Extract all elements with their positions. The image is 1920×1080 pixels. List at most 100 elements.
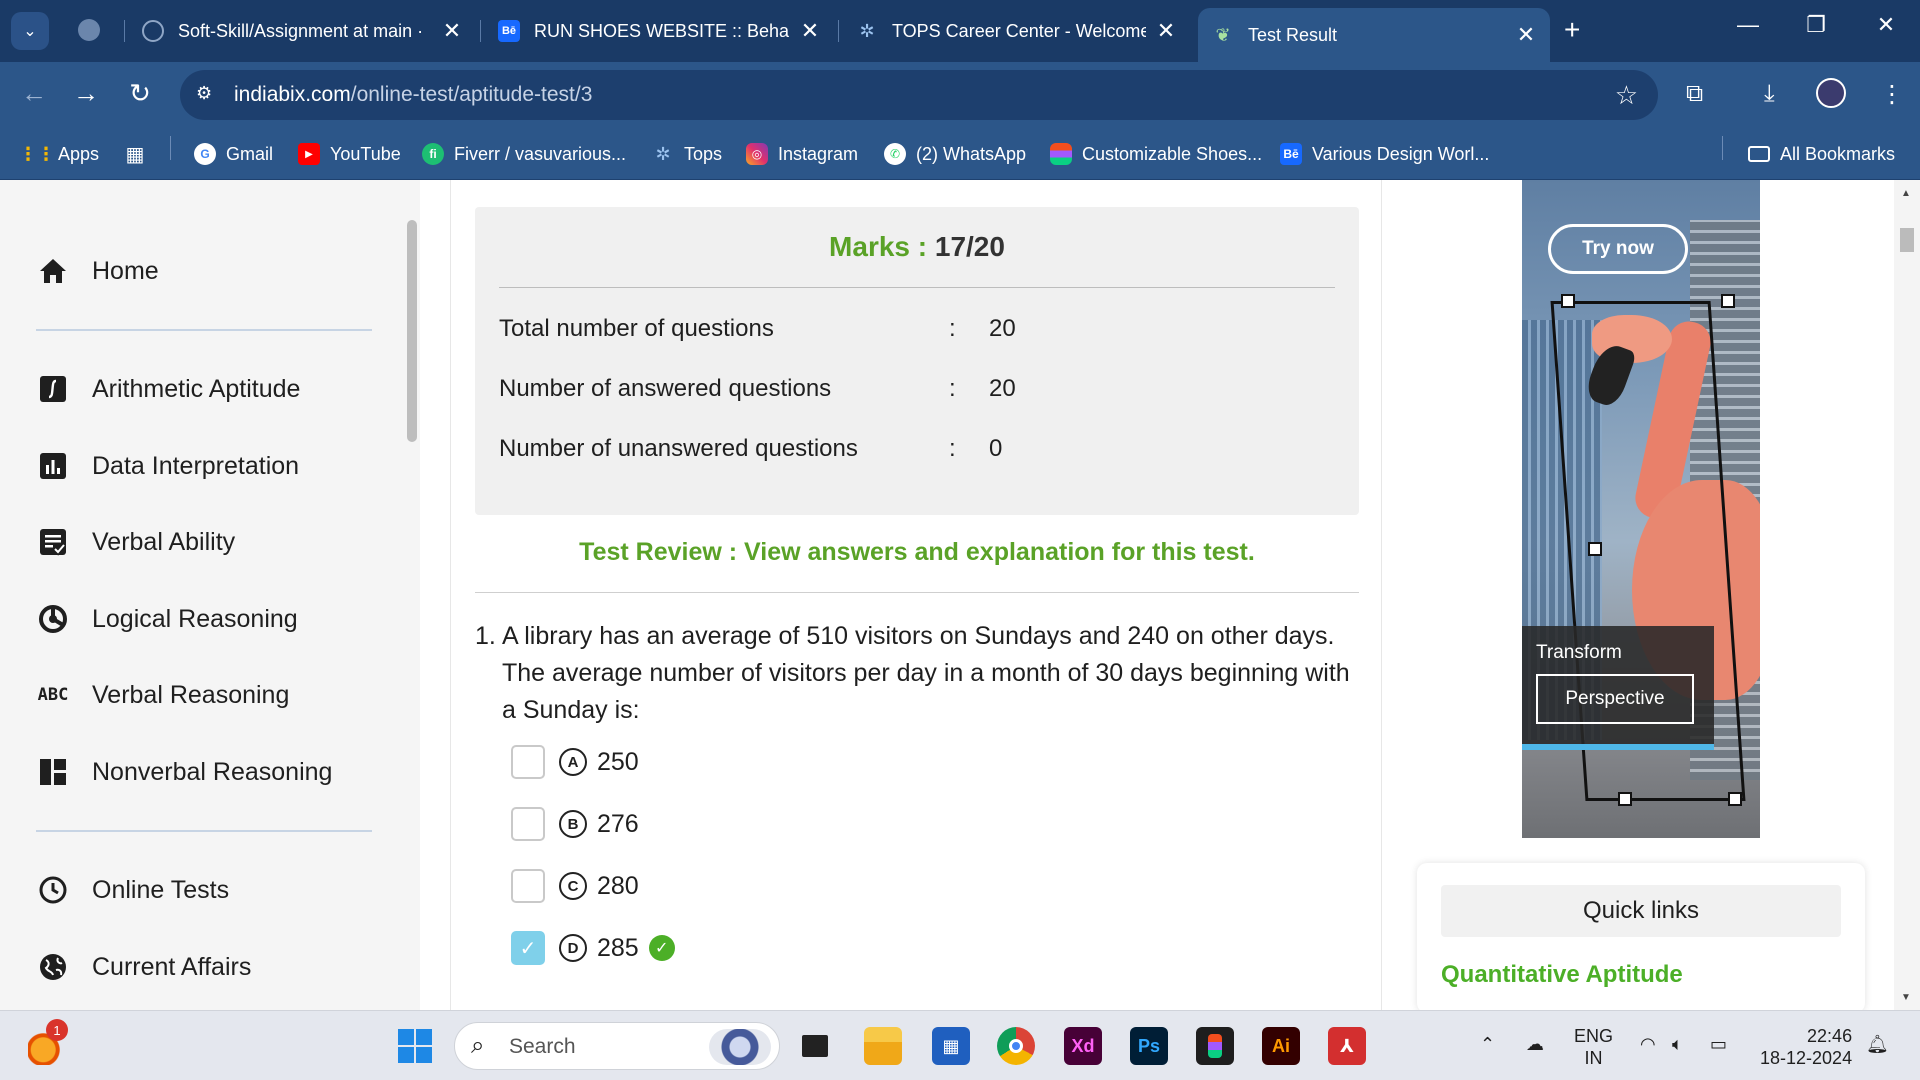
option-checkbox-checked[interactable]: ✓ [511, 931, 545, 965]
onedrive-icon[interactable]: ☁ [1526, 1033, 1544, 1055]
battery-icon[interactable]: ▭ [1710, 1033, 1727, 1055]
option-checkbox[interactable] [511, 807, 545, 841]
url-text[interactable]: indiabix.com/online-test/aptitude-test/3 [234, 83, 592, 107]
bookmark-whatsapp[interactable]: ✆ (2) WhatsApp [884, 140, 1026, 168]
tops-icon: ✲ [655, 143, 671, 164]
tab-behance[interactable]: Bē RUN SHOES WEBSITE :: Behance ✕ [484, 10, 834, 52]
clock-date[interactable]: 22:46 18-12-2024 [1760, 1025, 1852, 1069]
option-a[interactable]: A 250 [511, 745, 639, 779]
close-icon[interactable]: ✕ [800, 18, 820, 44]
extensions-icon[interactable]: ⧉ [1686, 80, 1703, 108]
bookmark-gmail[interactable]: G Gmail [194, 140, 273, 168]
advertisement-banner[interactable]: Try now Transform Perspective [1522, 180, 1760, 838]
language-indicator[interactable]: ENG IN [1574, 1025, 1613, 1069]
option-checkbox[interactable] [511, 869, 545, 903]
sidebar-item-online-tests[interactable]: Online Tests [36, 870, 229, 910]
microsoft-store-icon[interactable]: ▦ [932, 1027, 970, 1065]
sidebar-item-logical-reasoning[interactable]: Logical Reasoning [36, 599, 298, 639]
illustrator-icon[interactable]: Ai [1262, 1027, 1300, 1065]
behance-icon: Bē [498, 20, 520, 42]
tab-groups-icon[interactable]: ▦ [124, 140, 156, 168]
back-icon[interactable]: ← [16, 78, 52, 109]
github-icon [142, 20, 164, 42]
notification-badge: 1 [46, 1019, 68, 1041]
sidebar-item-arithmetic-aptitude[interactable]: Arithmetic Aptitude [36, 369, 300, 409]
reload-icon[interactable]: ↻ [122, 78, 158, 109]
option-b[interactable]: B 276 [511, 807, 639, 841]
close-icon[interactable]: ✕ [1516, 22, 1536, 48]
clock-icon [36, 873, 70, 907]
bookmark-instagram[interactable]: ◎ Instagram [746, 140, 858, 168]
menu-kebab-icon[interactable]: ⋮ [1880, 80, 1904, 109]
sidebar-item-current-affairs[interactable]: Current Affairs [36, 947, 251, 987]
transform-handle [1588, 542, 1602, 556]
sidebar-item-home[interactable]: Home [36, 251, 159, 291]
taskbar-search[interactable]: ⌕ Search [454, 1022, 780, 1070]
volume-icon[interactable]: 🔈︎ [1672, 1033, 1683, 1055]
adobe-xd-icon[interactable]: Xd [1064, 1027, 1102, 1065]
bookmark-tops[interactable]: ✲ Tops [652, 140, 722, 168]
ad-panel-title: Transform [1536, 642, 1622, 663]
sidebar-item-verbal-reasoning[interactable]: ABC Verbal Reasoning [36, 675, 290, 715]
download-icon[interactable]: ⤓ [1764, 80, 1775, 108]
file-explorer-icon[interactable] [864, 1027, 902, 1065]
task-view-icon[interactable] [796, 1027, 834, 1065]
scroll-down-icon[interactable]: ▼ [1901, 992, 1911, 1003]
bookmark-star-icon[interactable]: ☆ [1615, 80, 1638, 111]
bookmark-youtube[interactable]: ▶ YouTube [298, 140, 401, 168]
chrome-icon[interactable] [997, 1027, 1035, 1065]
profile-avatar[interactable] [1816, 78, 1846, 108]
site-settings-icon[interactable]: ⚙ [196, 83, 212, 104]
test-review-link[interactable]: Test Review : View answers and explanati… [451, 538, 1383, 567]
windows-start-icon[interactable] [396, 1027, 434, 1065]
tab-github[interactable]: Soft-Skill/Assignment at main · ✕ [128, 10, 476, 52]
bookmark-all-bookmarks[interactable]: All Bookmarks [1748, 140, 1895, 168]
youtube-icon: ▶ [298, 143, 320, 165]
quick-links-panel: Quick links Quantitative Aptitude [1417, 863, 1865, 1013]
ad-try-now-button[interactable]: Try now [1548, 224, 1688, 274]
whatsapp-icon: ✆ [884, 143, 906, 165]
scrollbar-thumb[interactable] [1900, 228, 1914, 252]
wifi-icon[interactable]: ◠ [1640, 1033, 1656, 1055]
tab-title: Soft-Skill/Assignment at main · [178, 20, 424, 41]
minimize-icon[interactable]: — [1728, 12, 1768, 38]
show-hidden-icons[interactable]: ⌃ [1480, 1033, 1495, 1055]
sidebar-scrollbar[interactable] [407, 220, 417, 442]
option-c[interactable]: C 280 [511, 869, 639, 903]
acrobat-icon[interactable]: ⅄ [1328, 1027, 1366, 1065]
figma-icon[interactable] [1196, 1027, 1234, 1065]
globe-icon[interactable] [78, 19, 100, 41]
ad-transform-panel: Transform Perspective [1522, 626, 1714, 750]
home-icon [36, 254, 70, 288]
score-summary: Marks : 17/20 Total number of questions:… [475, 207, 1359, 515]
tab-test-result[interactable]: ❦ Test Result ✕ [1198, 8, 1550, 62]
notification-bell-icon[interactable]: 🔔︎ [1866, 1033, 1889, 1055]
bookmark-various-design[interactable]: Bē Various Design Worl... [1280, 140, 1489, 168]
sidebar-item-label: Logical Reasoning [92, 604, 298, 633]
sidebar-item-verbal-ability[interactable]: Verbal Ability [36, 522, 235, 562]
photoshop-icon[interactable]: Ps [1130, 1027, 1168, 1065]
quick-link-quantitative-aptitude[interactable]: Quantitative Aptitude [1441, 961, 1683, 989]
browser-toolbar: ← → ↻ ⚙ indiabix.com/online-test/aptitud… [0, 62, 1920, 128]
bookmark-fiverr[interactable]: fi Fiverr / vasuvarious... [422, 140, 626, 168]
forward-icon[interactable]: → [68, 78, 104, 109]
scroll-up-icon[interactable]: ▲ [1901, 188, 1911, 199]
bookmark-apps[interactable]: ⋮⋮ Apps [19, 140, 99, 168]
tab-search-button[interactable]: ⌄ [11, 12, 49, 50]
abc-icon: ABC [37, 685, 69, 705]
address-bar[interactable]: ⚙ indiabix.com/online-test/aptitude-test… [180, 70, 1658, 120]
new-tab-button[interactable]: + [1564, 14, 1580, 46]
dashboard-icon [36, 755, 70, 789]
sidebar-item-data-interpretation[interactable]: Data Interpretation [36, 446, 299, 486]
option-d[interactable]: ✓ D 285 ✓ [511, 931, 675, 965]
sidebar-item-label: Verbal Ability [92, 527, 236, 556]
sidebar-item-nonverbal-reasoning[interactable]: Nonverbal Reasoning [36, 752, 332, 792]
page-scrollbar[interactable]: ▲ ▼ [1894, 180, 1920, 1010]
tab-tops[interactable]: ✲ TOPS Career Center - Welcome ✕ [842, 10, 1190, 52]
close-window-icon[interactable]: ✕ [1866, 12, 1906, 38]
restore-icon[interactable]: ❐ [1796, 12, 1836, 38]
close-icon[interactable]: ✕ [1156, 18, 1176, 44]
close-icon[interactable]: ✕ [442, 18, 462, 44]
option-checkbox[interactable] [511, 745, 545, 779]
bookmark-customizable-shoes[interactable]: Customizable Shoes... [1050, 140, 1262, 168]
